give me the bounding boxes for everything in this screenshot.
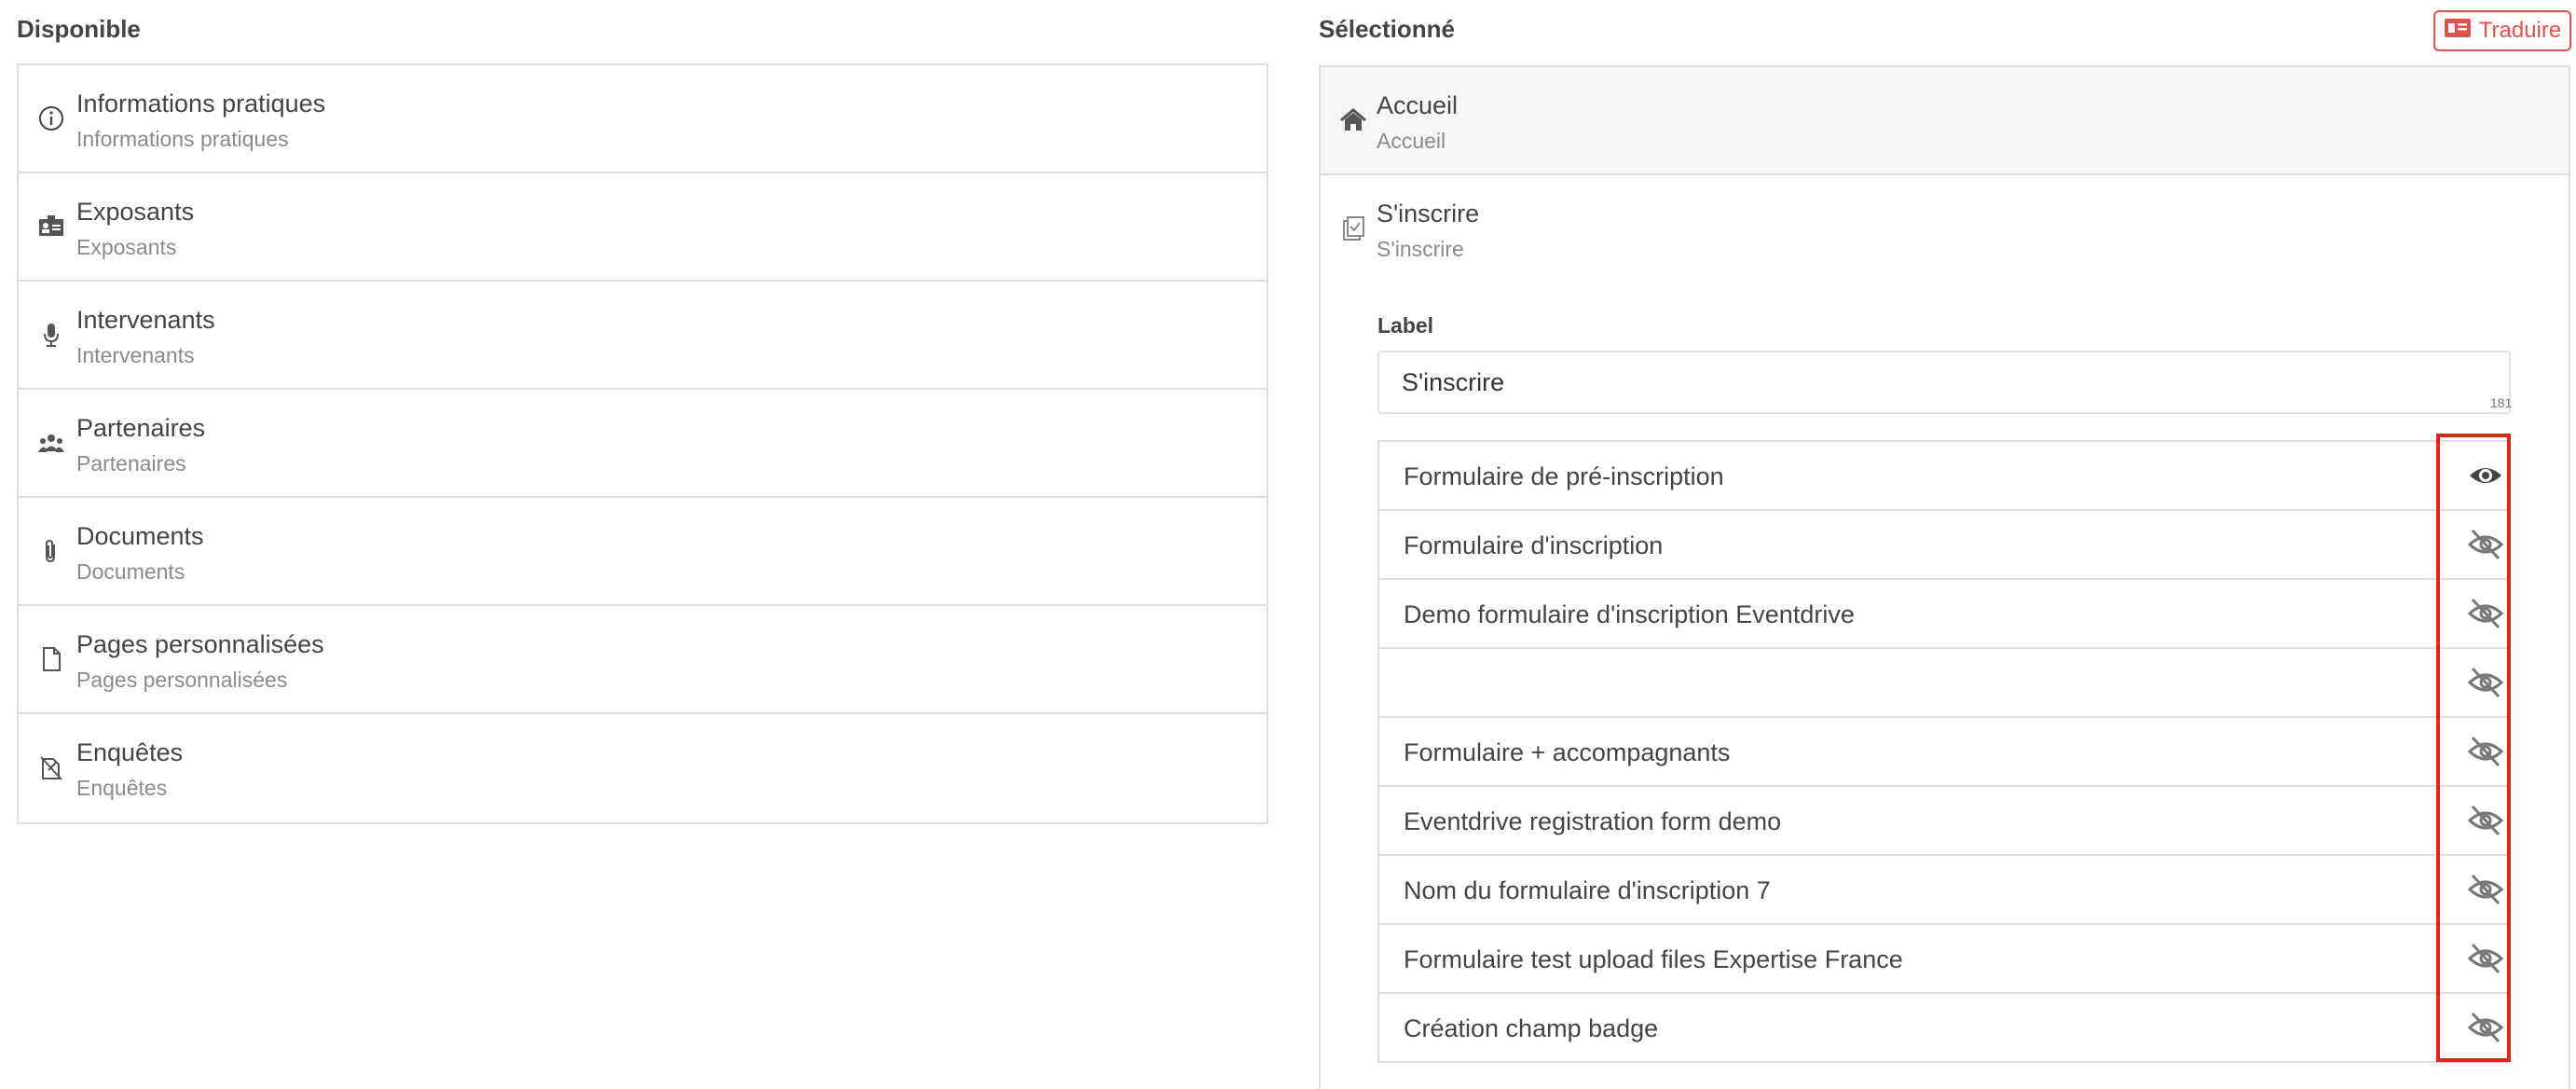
label-input[interactable]	[1377, 351, 2511, 414]
selected-item-accueil[interactable]: Accueil Accueil	[1321, 67, 2569, 175]
form-row: Création champ badge	[1379, 994, 2509, 1063]
form-name: Demo formulaire d'inscription Eventdrive	[1404, 600, 1855, 628]
id-card-icon	[35, 211, 67, 242]
microphone-icon	[35, 319, 67, 351]
form-name: Nom du formulaire d'inscription 7	[1404, 876, 1771, 904]
available-item-subtitle: Partenaires	[76, 451, 186, 476]
translate-button[interactable]: Traduire	[2433, 10, 2571, 51]
available-heading: Disponible	[17, 15, 141, 43]
paperclip-icon	[35, 535, 67, 567]
available-item-title: Documents	[76, 522, 204, 550]
char-count: 181	[2490, 395, 2513, 410]
register-icon	[1337, 213, 1369, 244]
eye-slash-icon[interactable]	[2467, 528, 2504, 561]
form-row: Formulaire de pré-inscription	[1379, 442, 2509, 511]
eye-slash-icon[interactable]	[2467, 942, 2504, 975]
available-item-title: Informations pratiques	[76, 90, 326, 117]
available-item-intervenants[interactable]: Intervenants Intervenants	[19, 282, 1267, 390]
selected-item-title: S'inscrire	[1377, 200, 1480, 227]
available-item-subtitle: Exposants	[76, 235, 177, 259]
form-name: Création champ badge	[1404, 1014, 1659, 1042]
eye-slash-icon[interactable]	[2467, 735, 2504, 768]
selected-heading: Sélectionné	[1319, 15, 1455, 43]
form-row: Formulaire + accompagnants	[1379, 718, 2509, 787]
selected-item-sinscrire[interactable]: S'inscrire S'inscrire	[1321, 175, 2569, 283]
available-item-title: Pages personnalisées	[76, 630, 324, 658]
translate-icon	[2444, 18, 2472, 45]
form-row: Formulaire test upload files Expertise F…	[1379, 925, 2509, 994]
home-icon	[1337, 104, 1369, 136]
form-name: Formulaire d'inscription	[1404, 531, 1664, 559]
available-item-title: Exposants	[76, 198, 195, 226]
available-item-exposants[interactable]: Exposants Exposants	[19, 173, 1267, 282]
form-row: Eventdrive registration form demo	[1379, 787, 2509, 856]
form-name: Formulaire test upload files Expertise F…	[1404, 945, 1903, 973]
file-icon	[35, 643, 67, 675]
eye-slash-icon[interactable]	[2467, 804, 2504, 837]
available-item-title: Partenaires	[76, 414, 206, 442]
label-field-title: Label	[1377, 313, 1434, 338]
available-item-partenaires[interactable]: Partenaires Partenaires	[19, 390, 1267, 498]
eye-slash-icon[interactable]	[2467, 1011, 2504, 1044]
selected-item-title: Accueil	[1377, 91, 1459, 119]
form-row: Demo formulaire d'inscription Eventdrive	[1379, 580, 2509, 649]
translate-label: Traduire	[2478, 18, 2562, 43]
available-item-subtitle: Documents	[76, 559, 185, 584]
available-list: Informations pratiques Informations prat…	[17, 63, 1268, 824]
form-name: Formulaire de pré-inscription	[1404, 462, 1724, 490]
selected-item-subtitle: Accueil	[1377, 129, 1446, 153]
available-item-subtitle: Intervenants	[76, 343, 195, 367]
available-item-enquetes[interactable]: Enquêtes Enquêtes	[19, 714, 1267, 822]
form-name: Formulaire + accompagnants	[1404, 738, 1731, 766]
form-row: Formulaire d'inscription	[1379, 511, 2509, 580]
available-item-subtitle: Pages personnalisées	[76, 668, 288, 692]
survey-icon	[35, 751, 67, 783]
available-item-pages-personnalisees[interactable]: Pages personnalisées Pages personnalisée…	[19, 606, 1267, 714]
selected-item-subtitle: S'inscrire	[1377, 237, 1464, 261]
available-item-subtitle: Informations pratiques	[76, 127, 289, 151]
eye-slash-icon[interactable]	[2467, 597, 2504, 630]
form-name: Eventdrive registration form demo	[1404, 807, 1782, 835]
eye-slash-icon[interactable]	[2467, 666, 2504, 699]
available-item-title: Enquêtes	[76, 738, 184, 766]
forms-list: Formulaire de pré-inscription Formulaire…	[1377, 440, 2511, 1063]
eye-slash-icon[interactable]	[2467, 873, 2504, 906]
available-item-subtitle: Enquêtes	[76, 776, 168, 800]
available-item-documents[interactable]: Documents Documents	[19, 498, 1267, 606]
form-row: Nom du formulaire d'inscription 7	[1379, 856, 2509, 925]
eye-icon[interactable]	[2467, 459, 2504, 492]
available-item-informations-pratiques[interactable]: Informations pratiques Informations prat…	[19, 65, 1267, 173]
available-item-title: Intervenants	[76, 306, 215, 334]
form-row	[1379, 649, 2509, 718]
info-circle-icon	[35, 103, 67, 134]
users-icon	[35, 427, 67, 459]
